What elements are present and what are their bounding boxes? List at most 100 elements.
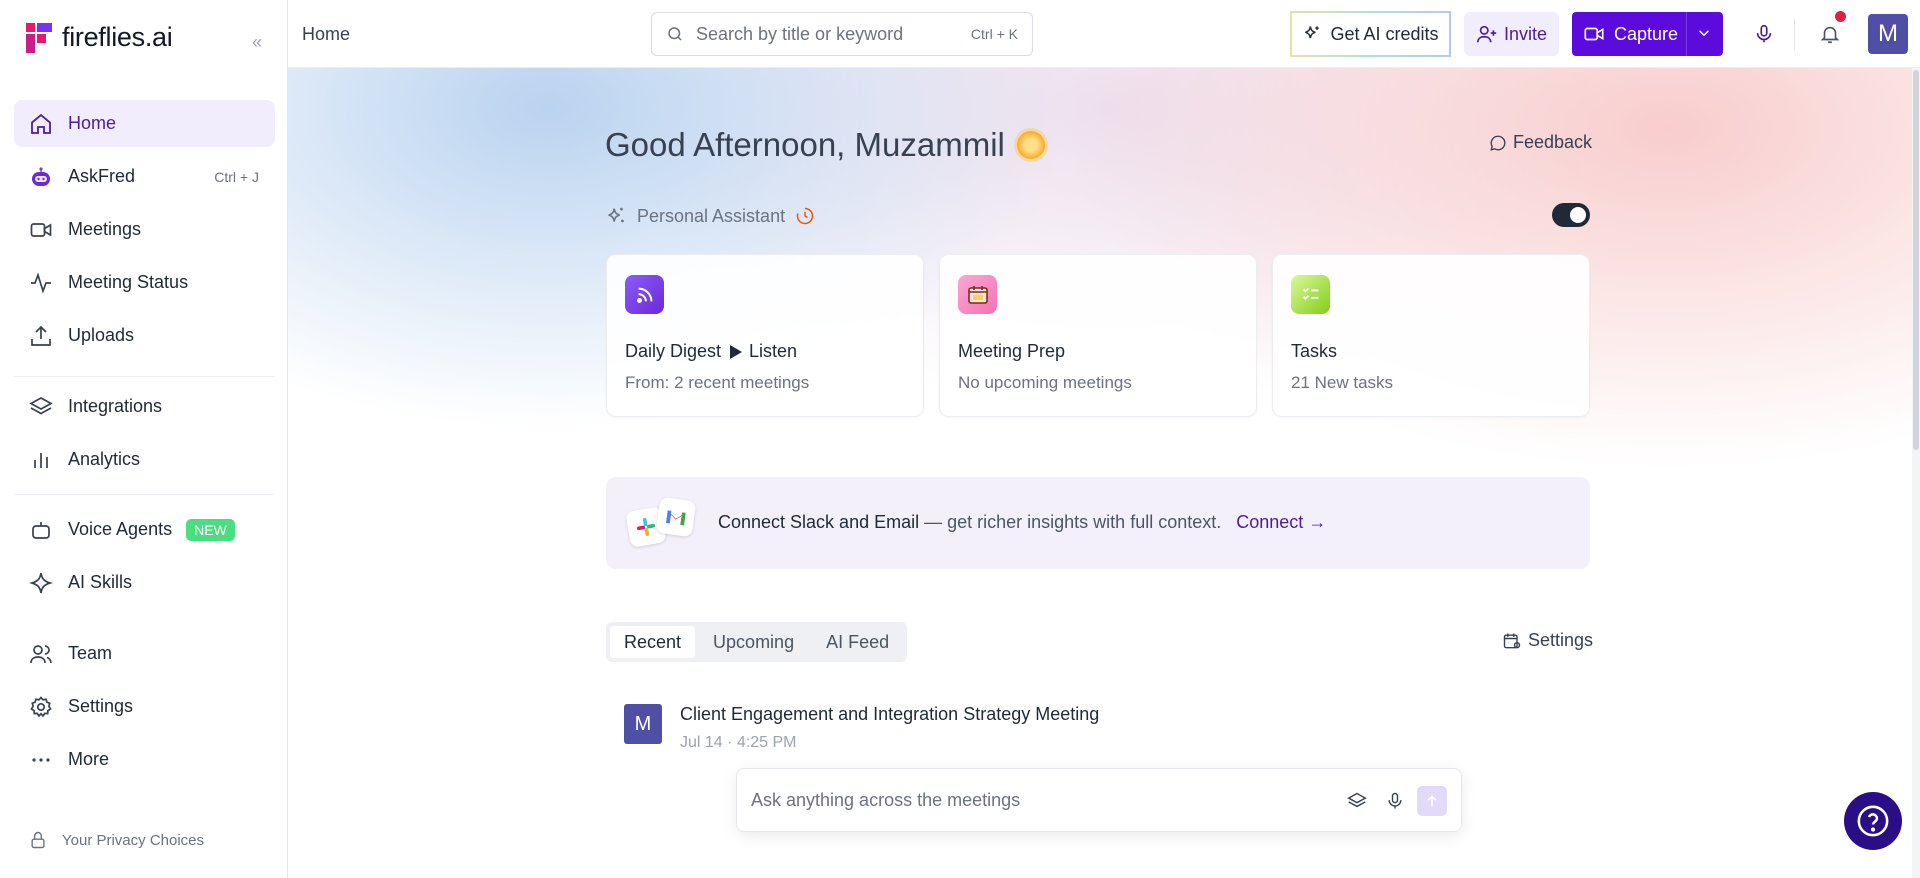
calendar-prep-icon [958, 275, 997, 314]
gear-icon [28, 694, 54, 720]
meeting-tabs: Recent Upcoming AI Feed [606, 622, 908, 662]
privacy-choices-link[interactable]: Your Privacy Choices [28, 830, 204, 850]
sun-icon [1016, 131, 1045, 159]
nav-group-primary: Home AskFred Ctrl + J Meetings Meeting S… [14, 100, 275, 365]
search-box[interactable]: Ctrl + K [651, 12, 1033, 56]
video-camera-icon [28, 217, 54, 243]
greeting-heading: Good Afternoon, Muzammil [605, 126, 1045, 164]
sidebar-item-label: Meeting Status [68, 272, 189, 292]
tab-recent[interactable]: Recent [610, 626, 696, 658]
sidebar-item-settings[interactable]: Settings [14, 683, 275, 730]
sidebar-item-meeting-status[interactable]: Meeting Status [14, 259, 275, 306]
bell-icon[interactable] [1816, 11, 1846, 48]
breadcrumb: Home [302, 24, 351, 44]
sidebar-item-label: More [68, 749, 110, 769]
topbar: Home Ctrl + K Get AI credits Invite Capt… [288, 0, 1920, 68]
personal-assistant-toggle[interactable] [1552, 203, 1590, 227]
sidebar: fireflies.ai « Home AskFred Ctrl + J Mee… [0, 0, 288, 878]
connect-link[interactable]: Connect → [1236, 512, 1326, 532]
sidebar-item-team[interactable]: Team [14, 630, 275, 677]
sidebar-item-home[interactable]: Home [14, 100, 275, 147]
daily-digest-title: Daily Digest [625, 341, 722, 361]
capture-split-divider [1686, 12, 1687, 56]
layers-icon[interactable] [1345, 789, 1369, 813]
rss-feed-icon [625, 275, 664, 314]
sidebar-item-label: Voice Agents [68, 519, 173, 539]
send-button[interactable] [1417, 786, 1447, 816]
question-mark-icon [1857, 805, 1889, 837]
askfred-robot-icon [28, 164, 54, 190]
settings-label: Settings [1528, 630, 1594, 650]
tasks-card[interactable]: Tasks 21 New tasks [1272, 254, 1590, 417]
search-input[interactable] [696, 23, 946, 45]
sidebar-item-uploads[interactable]: Uploads [14, 312, 275, 359]
listen-label: Listen [749, 341, 798, 361]
collapse-sidebar-icon[interactable]: « [252, 32, 262, 53]
card-subtitle: 21 New tasks [1291, 373, 1394, 392]
chevron-down-icon[interactable] [1695, 24, 1713, 42]
help-button[interactable] [1844, 792, 1902, 850]
brand[interactable]: fireflies.ai [26, 22, 173, 53]
nav-group-ai: Voice Agents NEW AI Skills [14, 506, 275, 612]
meeting-prep-card[interactable]: Meeting Prep No upcoming meetings [939, 254, 1257, 417]
sidebar-item-label: Settings [68, 696, 134, 716]
get-ai-credits-label: Get AI credits [1330, 23, 1439, 44]
sparkle-icon [1305, 26, 1320, 39]
personal-assistant-label: Personal Assistant [637, 205, 786, 226]
microphone-icon[interactable] [1383, 789, 1407, 813]
sidebar-item-integrations[interactable]: Integrations [14, 383, 275, 430]
chat-bubble-icon [1490, 135, 1506, 151]
privacy-label: Your Privacy Choices [62, 831, 205, 849]
ask-bar [736, 768, 1462, 832]
card-title: Daily Digest Listen [625, 341, 797, 362]
sidebar-item-label: Team [68, 643, 113, 663]
search-shortcut: Ctrl + K [970, 26, 1018, 42]
assistant-cards: Daily Digest Listen From: 2 recent meeti… [606, 254, 1590, 417]
tab-upcoming[interactable]: Upcoming [699, 626, 808, 658]
invite-button[interactable]: Invite [1464, 12, 1559, 56]
sparkle-icon [28, 570, 54, 596]
sidebar-item-label: Meetings [68, 219, 142, 239]
tab-ai-feed[interactable]: AI Feed [812, 626, 903, 658]
history-clock-icon[interactable] [795, 206, 815, 226]
search-icon [668, 27, 682, 41]
arrow-right-icon: → [1308, 512, 1327, 532]
scrollbar-thumb[interactable] [1913, 70, 1919, 450]
connect-link-label: Connect [1236, 512, 1304, 532]
greeting-text: Good Afternoon, Muzammil [605, 126, 1005, 163]
sidebar-item-askfred[interactable]: AskFred Ctrl + J [14, 153, 275, 200]
more-dots-icon [28, 747, 54, 773]
fireflies-logo-icon [26, 22, 52, 53]
capture-button[interactable]: Capture [1572, 12, 1723, 56]
arrow-up-icon [1427, 795, 1437, 807]
meeting-date: Jul 14 [680, 734, 723, 751]
askfred-shortcut: Ctrl + J [214, 168, 259, 185]
card-subtitle: No upcoming meetings [958, 373, 1132, 392]
daily-digest-card[interactable]: Daily Digest Listen From: 2 recent meeti… [606, 254, 924, 417]
listen-button[interactable]: Listen [729, 341, 797, 362]
sidebar-item-label: AskFred [68, 166, 136, 186]
sidebar-item-meetings[interactable]: Meetings [14, 206, 275, 253]
toggle-knob [1570, 207, 1586, 223]
lock-icon [31, 831, 45, 849]
ask-input[interactable] [751, 789, 1341, 811]
meeting-avatar: M [624, 704, 662, 744]
user-avatar[interactable]: M [1868, 14, 1908, 54]
get-ai-credits-button[interactable]: Get AI credits [1290, 11, 1451, 57]
sidebar-item-label: Home [68, 113, 117, 133]
sidebar-item-ai-skills[interactable]: AI Skills [14, 559, 275, 606]
home-main: Good Afternoon, Muzammil Feedback Person… [288, 68, 1920, 878]
card-subtitle: From: 2 recent meetings [625, 373, 810, 392]
microphone-icon[interactable] [1750, 20, 1778, 48]
calendar-gear-icon [1503, 633, 1521, 648]
scrollbar[interactable] [1912, 68, 1920, 878]
calendar-settings-button[interactable]: Settings [1502, 630, 1593, 651]
meeting-meta: Jul 14 · 4:25 PM [680, 734, 797, 751]
feedback-button[interactable]: Feedback [1489, 132, 1592, 153]
sparkles-icon [608, 207, 624, 223]
sidebar-item-voice-agents[interactable]: Voice Agents NEW [14, 506, 275, 553]
sidebar-item-analytics[interactable]: Analytics [14, 436, 275, 483]
sidebar-item-more[interactable]: More [14, 736, 275, 783]
meeting-time: 4:25 PM [736, 734, 797, 751]
new-badge: NEW [186, 518, 235, 541]
